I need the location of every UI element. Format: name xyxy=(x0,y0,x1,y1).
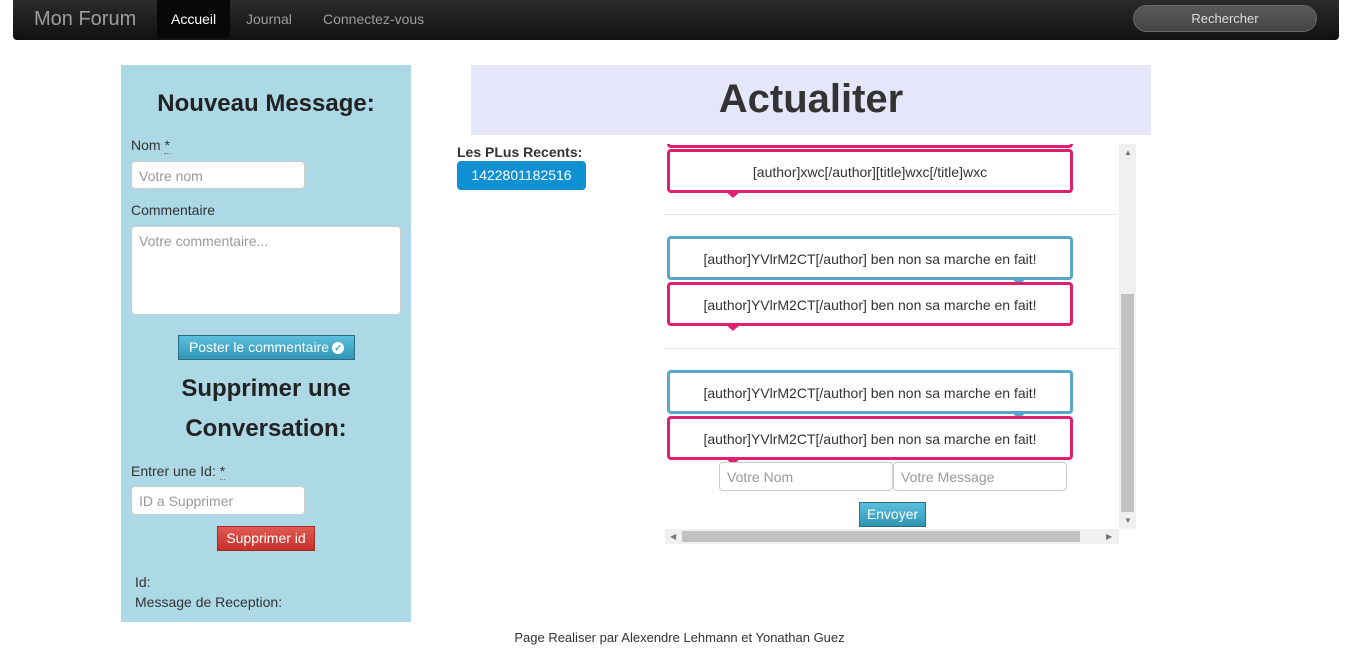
message-text: [author]YVlrM2CT[/author] ben non sa mar… xyxy=(703,297,1037,313)
comment-textarea[interactable]: Votre commentaire... xyxy=(131,226,401,315)
recent-conversation-button[interactable]: 1422801182516 xyxy=(457,161,586,190)
required-asterisk: * xyxy=(219,463,226,480)
message-bubble: [author]YVlrM2CT[/author] ben non sa mar… xyxy=(667,282,1073,331)
bubble-pointer-icon xyxy=(724,190,742,198)
left-panel: Nouveau Message: Nom * Votre nom Comment… xyxy=(121,65,411,622)
name-label: Nom * xyxy=(131,137,170,154)
vertical-scrollbar[interactable]: ▲ ▼ xyxy=(1119,144,1136,529)
message-text: [author]YVlrM2CT[/author] ben non sa mar… xyxy=(703,431,1037,447)
reception-text: Message de Reception: xyxy=(135,594,283,610)
post-comment-label: Poster le commentaire xyxy=(188,339,330,355)
top-navbar: Mon Forum Accueil Journal Connectez-vous… xyxy=(13,0,1339,40)
chat-panel: [author]xwc[/author][title]wxc[/title]wx… xyxy=(665,144,1136,544)
post-comment-button[interactable]: Poster le commentaire ✓ xyxy=(178,335,355,360)
id-label: Entrer une Id: * xyxy=(131,463,226,480)
required-asterisk: * xyxy=(164,137,170,154)
vertical-scroll-thumb[interactable] xyxy=(1121,294,1134,512)
bubble-pointer-icon xyxy=(724,323,742,331)
recent-label: Les PLus Recents: xyxy=(457,144,583,160)
check-circle-icon: ✓ xyxy=(332,342,345,355)
scroll-down-arrow-icon[interactable]: ▼ xyxy=(1124,516,1132,525)
divider xyxy=(665,348,1118,349)
send-button[interactable]: Envoyer xyxy=(859,502,926,527)
chat-name-input[interactable]: Votre Nom xyxy=(719,462,893,491)
chat-message-input[interactable]: Votre Message xyxy=(893,462,1067,491)
message-text: [author]YVlrM2CT[/author] ben non sa mar… xyxy=(703,251,1037,267)
nav-item-accueil[interactable]: Accueil xyxy=(157,0,231,38)
new-message-title: Nouveau Message: xyxy=(157,90,375,117)
scroll-up-arrow-icon[interactable]: ▲ xyxy=(1124,148,1132,157)
divider xyxy=(665,214,1118,215)
page-title: Actualiter xyxy=(718,77,904,121)
scroll-right-arrow-icon[interactable]: ▶ xyxy=(1106,532,1112,541)
page-header: Actualiter xyxy=(471,65,1151,135)
message-bubble: [author]YVlrM2CT[/author] ben non sa mar… xyxy=(667,236,1073,285)
comment-label: Commentaire xyxy=(131,202,216,218)
message-bubble-partial xyxy=(667,144,1073,148)
delete-title-line1: Supprimer une xyxy=(181,375,351,402)
horizontal-scrollbar[interactable]: ◀ ▶ xyxy=(665,529,1119,544)
horizontal-scroll-thumb[interactable] xyxy=(682,531,1080,542)
scroll-left-arrow-icon[interactable]: ◀ xyxy=(670,532,676,541)
nav-item-journal[interactable]: Journal xyxy=(246,0,292,38)
message-bubble: [author]xwc[/author][title]wxc[/title]wx… xyxy=(667,149,1073,198)
message-text: [author]xwc[/author][title]wxc[/title]wx… xyxy=(752,164,988,180)
delete-id-button[interactable]: Supprimer id xyxy=(217,526,315,551)
message-bubble: [author]YVlrM2CT[/author] ben non sa mar… xyxy=(667,416,1073,465)
nav-item-connectez-vous[interactable]: Connectez-vous xyxy=(323,0,424,38)
message-text: [author]YVlrM2CT[/author] ben non sa mar… xyxy=(703,385,1037,401)
message-bubble: [author]YVlrM2CT[/author] ben non sa mar… xyxy=(667,370,1073,419)
id-text: Id: xyxy=(135,574,151,590)
search-button[interactable]: Rechercher xyxy=(1133,5,1317,32)
name-input[interactable]: Votre nom xyxy=(131,161,305,189)
delete-title-line2: Conversation: xyxy=(185,415,347,442)
footer-text: Page Realiser par Alexendre Lehmann et Y… xyxy=(514,630,845,645)
id-input[interactable]: ID a Supprimer xyxy=(131,486,305,515)
brand-link[interactable]: Mon Forum xyxy=(34,8,136,31)
